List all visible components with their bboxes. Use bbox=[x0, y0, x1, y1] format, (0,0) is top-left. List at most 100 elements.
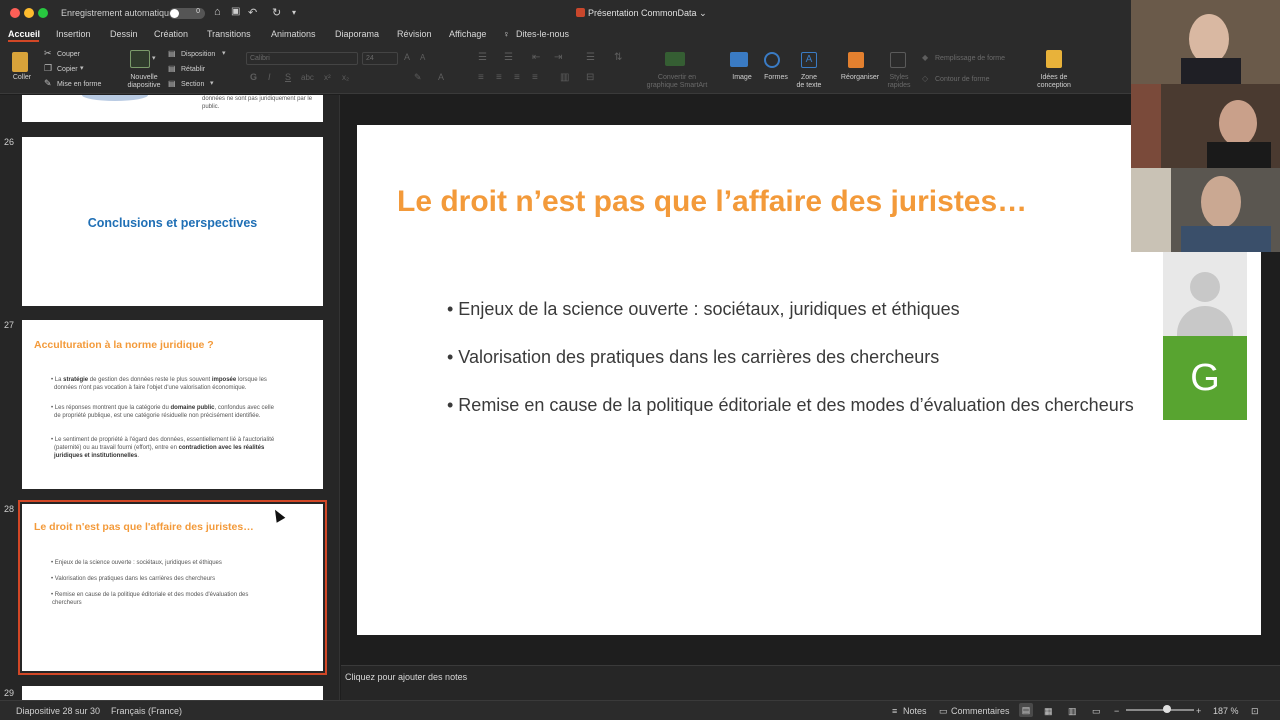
slide-bullet-3[interactable]: • Remise en cause de la politique éditor… bbox=[447, 393, 1147, 417]
shapes-icon[interactable] bbox=[764, 52, 780, 68]
current-slide[interactable]: Le droit n’est pas que l’affaire des jur… bbox=[357, 125, 1261, 635]
increase-indent-icon[interactable]: ⇥ bbox=[554, 52, 562, 63]
quick-styles-label-1[interactable]: Styles bbox=[884, 74, 914, 82]
superscript-icon[interactable]: x² bbox=[324, 73, 331, 82]
highlight-icon[interactable]: ✎ bbox=[414, 72, 422, 83]
shapes-button-label[interactable]: Formes bbox=[760, 74, 792, 82]
tab-affichage[interactable]: Affichage bbox=[449, 29, 486, 39]
slide-bullet-1[interactable]: • Enjeux de la science ouverte : sociéta… bbox=[447, 297, 1227, 321]
subscript-icon[interactable]: x₂ bbox=[342, 73, 349, 82]
text-direction-icon[interactable]: ⇅ bbox=[614, 52, 622, 63]
layout-button[interactable]: Disposition bbox=[181, 51, 215, 59]
section-button[interactable]: Section bbox=[181, 81, 204, 89]
notes-icon[interactable]: ≡ bbox=[892, 706, 897, 716]
notes-placeholder[interactable]: Cliquez pour ajouter des notes bbox=[345, 672, 467, 682]
smartart-label-2[interactable]: graphique SmartArt bbox=[640, 82, 714, 90]
new-slide-icon[interactable] bbox=[130, 50, 150, 68]
section-icon[interactable]: ▤ bbox=[168, 79, 176, 88]
slide-title[interactable]: Le droit n’est pas que l’affaire des jur… bbox=[397, 185, 1027, 219]
quick-styles-label-2[interactable]: rapides bbox=[884, 82, 914, 90]
columns-icon[interactable]: ▥ bbox=[560, 72, 569, 83]
close-window-button[interactable] bbox=[10, 8, 20, 18]
italic-icon[interactable]: I bbox=[268, 72, 271, 82]
shape-fill-icon[interactable]: ◆ bbox=[922, 53, 928, 62]
bold-icon[interactable]: G bbox=[250, 72, 257, 82]
save-icon[interactable]: ▣ bbox=[231, 6, 240, 17]
cut-button[interactable]: Couper bbox=[57, 51, 80, 59]
tab-accueil[interactable]: Accueil bbox=[8, 29, 40, 39]
align-right-icon[interactable]: ≡ bbox=[514, 72, 520, 83]
strikethrough-icon[interactable]: abc bbox=[301, 73, 314, 82]
tab-revision[interactable]: Révision bbox=[397, 29, 432, 39]
format-painter-button[interactable]: Mise en forme bbox=[57, 81, 101, 89]
tab-diaporama[interactable]: Diaporama bbox=[335, 29, 379, 39]
copy-icon[interactable]: ❐ bbox=[44, 63, 52, 74]
bullets-icon[interactable]: ☰ bbox=[478, 52, 487, 63]
thumbnail-slide-29[interactable] bbox=[22, 686, 323, 700]
reset-button[interactable]: Rétablir bbox=[181, 66, 205, 74]
line-spacing-icon[interactable]: ☰ bbox=[586, 52, 595, 63]
paste-icon[interactable] bbox=[12, 52, 28, 72]
arrange-button-label[interactable]: Réorganiser bbox=[838, 74, 882, 82]
design-ideas-icon[interactable] bbox=[1046, 50, 1062, 68]
zoom-in-button[interactable]: + bbox=[1196, 706, 1201, 716]
tab-dessin[interactable]: Dessin bbox=[110, 29, 138, 39]
thumbnail-slide-25[interactable]: données ne sont pas juridiquement par le… bbox=[22, 95, 323, 122]
font-color-icon[interactable]: A bbox=[438, 72, 444, 82]
undo-icon[interactable]: ↶ bbox=[248, 6, 257, 19]
slide-thumbnails-panel[interactable]: données ne sont pas juridiquement par le… bbox=[0, 95, 340, 700]
thumbnail-slide-26[interactable]: Conclusions et perspectives bbox=[22, 137, 323, 306]
font-size-combo[interactable]: 24 bbox=[362, 52, 398, 65]
tab-insertion[interactable]: Insertion bbox=[56, 29, 91, 39]
tab-dites-le-nous[interactable]: Dites-le-nous bbox=[516, 29, 569, 39]
format-painter-icon[interactable]: ✎ bbox=[44, 78, 52, 89]
thumbnail-slide-28[interactable]: Le droit n'est pas que l'affaire des jur… bbox=[18, 500, 327, 675]
quick-styles-icon[interactable] bbox=[890, 52, 906, 68]
redo-icon[interactable]: ↻ bbox=[272, 6, 281, 19]
customize-toolbar-icon[interactable]: ▾ bbox=[292, 8, 296, 17]
smartart-label-1[interactable]: Convertir en bbox=[640, 74, 714, 82]
shape-fill-button[interactable]: Remplissage de forme bbox=[935, 55, 1005, 63]
zoom-window-button[interactable] bbox=[38, 8, 48, 18]
layout-dropdown-icon[interactable]: ▾ bbox=[222, 49, 226, 57]
shape-outline-icon[interactable]: ◇ bbox=[922, 74, 928, 83]
cut-icon[interactable]: ✂ bbox=[44, 48, 52, 59]
slide-sorter-icon[interactable]: ▦ bbox=[1044, 706, 1053, 717]
align-center-icon[interactable]: ≡ bbox=[496, 72, 502, 83]
text-box-label-2[interactable]: de texte bbox=[795, 82, 823, 90]
align-left-icon[interactable]: ≡ bbox=[478, 72, 484, 83]
zoom-out-button[interactable]: − bbox=[1114, 706, 1119, 716]
reading-view-icon[interactable]: ▥ bbox=[1068, 706, 1077, 717]
font-name-combo[interactable]: Calibri bbox=[246, 52, 358, 65]
shape-outline-button[interactable]: Contour de forme bbox=[935, 76, 989, 84]
grow-font-icon[interactable]: A bbox=[404, 52, 410, 62]
image-icon[interactable] bbox=[730, 52, 748, 67]
image-button-label[interactable]: Image bbox=[726, 74, 758, 82]
new-slide-label-2[interactable]: diapositive bbox=[122, 82, 166, 90]
tab-creation[interactable]: Création bbox=[154, 29, 188, 39]
text-box-label-1[interactable]: Zone bbox=[795, 74, 823, 82]
slide-bullet-2[interactable]: • Valorisation des pratiques dans les ca… bbox=[447, 345, 1227, 369]
justify-icon[interactable]: ≡ bbox=[532, 72, 538, 83]
notes-toggle-button[interactable]: Notes bbox=[903, 706, 927, 716]
thumbnail-slide-27[interactable]: Acculturation à la norme juridique ? • L… bbox=[22, 320, 323, 489]
reset-icon[interactable]: ▤ bbox=[168, 64, 176, 73]
paste-button-label[interactable]: Coller bbox=[8, 74, 36, 82]
design-ideas-label-2[interactable]: conception bbox=[1032, 82, 1076, 90]
new-slide-label-1[interactable]: Nouvelle bbox=[122, 74, 166, 82]
shrink-font-icon[interactable]: A bbox=[420, 53, 425, 62]
numbering-icon[interactable]: ☰ bbox=[504, 52, 513, 63]
comments-icon[interactable]: ▭ bbox=[939, 706, 948, 717]
tab-transitions[interactable]: Transitions bbox=[207, 29, 251, 39]
design-ideas-label-1[interactable]: Idées de bbox=[1032, 74, 1076, 82]
zoom-level[interactable]: 187 % bbox=[1213, 706, 1239, 716]
autosave-toggle[interactable]: 0 bbox=[169, 8, 205, 19]
fit-to-window-icon[interactable]: ⊡ bbox=[1251, 706, 1259, 717]
slideshow-icon[interactable]: ▭ bbox=[1092, 706, 1101, 717]
section-dropdown-icon[interactable]: ▾ bbox=[210, 79, 214, 87]
notes-pane[interactable]: Cliquez pour ajouter des notes bbox=[341, 665, 1280, 700]
smartart-icon[interactable] bbox=[665, 52, 685, 66]
zoom-slider-track[interactable] bbox=[1126, 709, 1194, 711]
copy-button[interactable]: Copier bbox=[57, 66, 78, 74]
normal-view-icon[interactable]: ▤ bbox=[1019, 703, 1033, 717]
